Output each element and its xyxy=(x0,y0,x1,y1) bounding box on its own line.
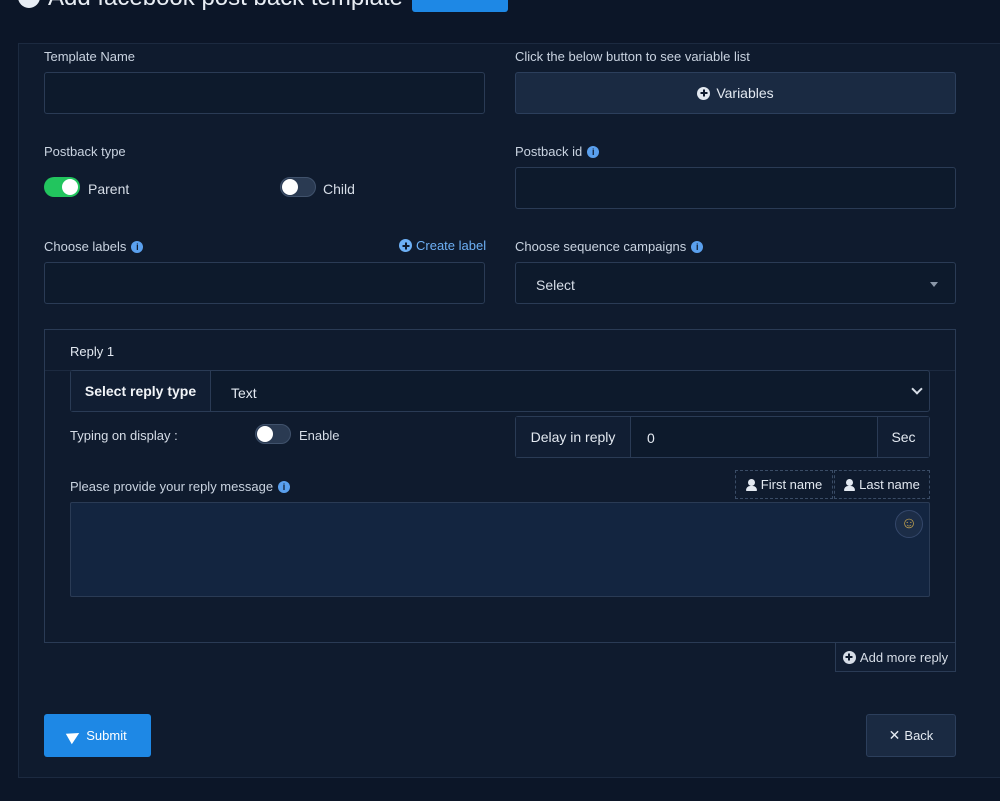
info-icon[interactable]: i xyxy=(691,240,704,253)
back-label: Back xyxy=(904,728,934,743)
postback-id-input[interactable] xyxy=(515,167,956,209)
sequence-select-value: Select xyxy=(536,277,575,293)
child-toggle-label: Child xyxy=(323,181,355,197)
delay-unit: Sec xyxy=(877,417,929,457)
plus-circle-icon xyxy=(399,239,412,252)
page-title: Add facebook post back template xyxy=(48,0,403,12)
first-name-label: First name xyxy=(760,477,823,492)
toggle-knob xyxy=(62,179,78,195)
toggle-knob xyxy=(282,179,298,195)
page-header: Add facebook post back template xyxy=(0,0,1000,26)
reply-type-value: Text xyxy=(231,385,257,401)
reply-title: Reply 1 xyxy=(70,344,115,359)
user-icon xyxy=(745,478,757,491)
delay-input-group: Delay in reply 0 Sec xyxy=(515,416,930,458)
plus-circle-icon xyxy=(697,86,711,100)
submit-label: Submit xyxy=(86,728,127,743)
parent-toggle[interactable] xyxy=(44,177,80,197)
reply-message-label-text: Please provide your reply message xyxy=(70,479,274,494)
variables-button-label: Variables xyxy=(716,85,774,101)
create-label-text: Create label xyxy=(416,238,487,253)
variables-hint-text: Click the below button to see variable l… xyxy=(515,49,750,64)
variables-hint: Click the below button to see variable l… xyxy=(515,49,750,64)
last-name-button[interactable]: Last name xyxy=(834,470,930,499)
typing-toggle-label: Enable xyxy=(299,428,340,443)
sequence-label-text: Choose sequence campaigns xyxy=(515,239,687,254)
add-more-reply-button[interactable]: Add more reply xyxy=(835,643,956,672)
choose-labels-label: Choose labels i xyxy=(44,239,144,254)
info-icon[interactable]: i xyxy=(278,480,291,493)
reply-header: Reply 1 xyxy=(45,330,955,371)
reply-message-textarea[interactable]: ☺ xyxy=(70,502,930,597)
template-name-input[interactable] xyxy=(44,72,485,114)
reply-message-label: Please provide your reply message i xyxy=(70,479,291,494)
times-icon: ✕ xyxy=(888,727,901,743)
variables-button[interactable]: Variables xyxy=(515,72,956,114)
postback-type-label: Postback type xyxy=(44,144,126,159)
delay-input[interactable]: 0 xyxy=(647,430,655,446)
header-action-button[interactable] xyxy=(412,0,508,12)
choose-labels-label-text: Choose labels xyxy=(44,239,127,254)
back-button[interactable]: ✕ Back xyxy=(866,714,956,757)
info-icon[interactable]: i xyxy=(131,240,144,253)
postback-type-label-text: Postback type xyxy=(44,144,126,159)
toggle-knob xyxy=(257,426,273,442)
labels-input[interactable] xyxy=(44,262,485,304)
user-icon xyxy=(844,478,856,491)
postback-id-label: Postback id i xyxy=(515,144,600,159)
parent-toggle-label: Parent xyxy=(88,181,130,197)
reply-type-addon: Select reply type xyxy=(71,371,211,411)
first-name-button[interactable]: First name xyxy=(735,470,833,499)
create-label-link[interactable]: Create label xyxy=(399,238,486,253)
sequence-label: Choose sequence campaigns i xyxy=(515,239,704,254)
last-name-label: Last name xyxy=(859,477,920,492)
delay-label: Delay in reply xyxy=(516,417,631,457)
title-info-icon xyxy=(18,0,40,8)
chevron-down-icon xyxy=(911,383,923,395)
typing-toggle[interactable] xyxy=(255,424,291,444)
plus-circle-icon xyxy=(842,650,856,664)
info-icon[interactable]: i xyxy=(587,145,600,158)
add-more-reply-label: Add more reply xyxy=(859,649,949,665)
caret-down-icon xyxy=(930,282,938,287)
template-name-label-text: Template Name xyxy=(44,49,136,64)
child-toggle[interactable] xyxy=(280,177,316,197)
paper-plane-icon xyxy=(66,727,83,744)
postback-id-label-text: Postback id xyxy=(515,144,583,159)
sequence-select[interactable]: Select xyxy=(515,262,956,304)
template-name-label: Template Name xyxy=(44,49,135,64)
reply-type-select[interactable]: Select reply type Text xyxy=(70,370,930,412)
emoji-icon[interactable]: ☺ xyxy=(895,510,923,538)
submit-button[interactable]: Submit xyxy=(44,714,151,757)
typing-display-label: Typing on display : xyxy=(70,428,178,443)
